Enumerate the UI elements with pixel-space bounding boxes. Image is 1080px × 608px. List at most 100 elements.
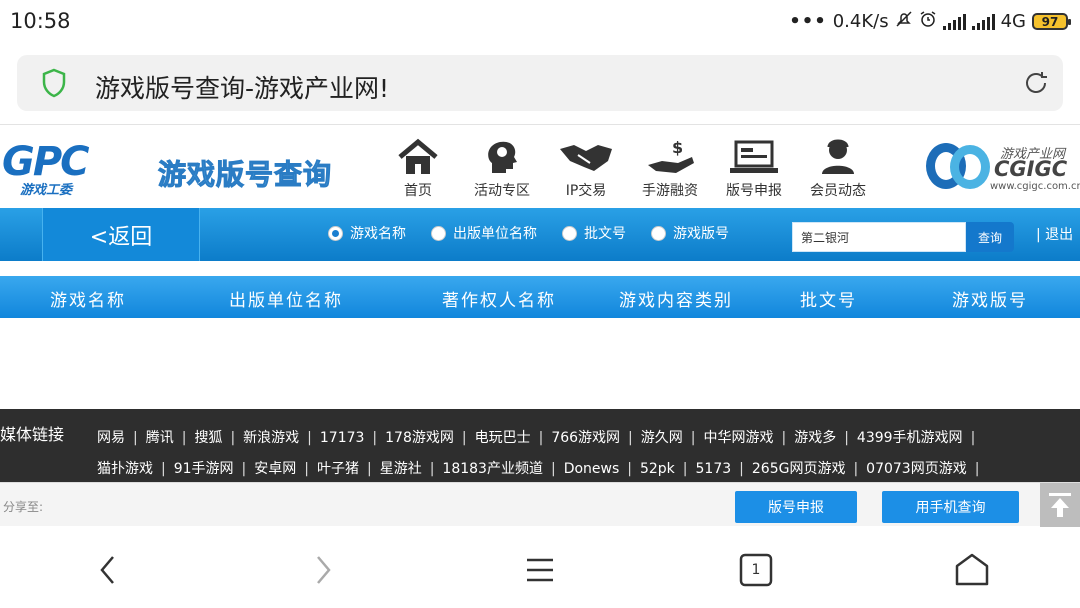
cgigc-logo[interactable]: 游戏产业网 CGIGC www.cgigc.com.cn bbox=[924, 139, 1080, 197]
nav-license-apply[interactable]: 版号申报 bbox=[724, 137, 784, 200]
media-link[interactable]: 游戏多 bbox=[794, 430, 836, 446]
back-to-top-button[interactable] bbox=[1040, 483, 1080, 527]
media-link[interactable]: 安卓网 bbox=[254, 461, 296, 477]
column-header: 出版单位名称 bbox=[229, 291, 343, 311]
shield-icon bbox=[42, 68, 66, 98]
nav-home[interactable]: 首页 bbox=[388, 137, 448, 200]
share-label: 分享至: bbox=[3, 500, 44, 514]
reload-icon[interactable] bbox=[1021, 68, 1051, 98]
site-header: GPC 游戏工委 游戏版号查询 首页 活动专区 IP交易 $ 手游融资 版号申报… bbox=[0, 124, 1080, 208]
license-apply-button[interactable]: 版号申报 bbox=[735, 491, 857, 523]
media-link[interactable]: Donews bbox=[564, 461, 620, 477]
column-header: 游戏版号 bbox=[952, 291, 1028, 311]
radio-approval-no[interactable]: 批文号 bbox=[562, 223, 626, 243]
handshake-icon bbox=[560, 145, 612, 171]
media-link[interactable]: 电玩巴士 bbox=[475, 430, 531, 446]
svg-text:$: $ bbox=[672, 138, 683, 157]
radio-license-no[interactable]: 游戏版号 bbox=[651, 223, 729, 243]
link-separator: | bbox=[550, 461, 556, 477]
battery-icon: 97 bbox=[1032, 13, 1071, 30]
partner-logo-line2: CGIGC bbox=[994, 157, 1068, 181]
home-icon bbox=[398, 138, 438, 174]
nav-events[interactable]: 活动专区 bbox=[472, 137, 532, 200]
link-separator: | bbox=[230, 430, 236, 446]
radio-label: 游戏名称 bbox=[350, 226, 406, 242]
status-time: 10:58 bbox=[10, 9, 71, 33]
share-bar: 分享至: 版号申报 用手机查询 bbox=[0, 482, 1080, 527]
media-link[interactable]: 91手游网 bbox=[174, 461, 234, 477]
column-header: 著作权人名称 bbox=[442, 291, 556, 311]
radio-label: 批文号 bbox=[584, 226, 626, 242]
media-link[interactable]: 腾讯 bbox=[146, 430, 174, 446]
more-dots: ••• bbox=[789, 11, 827, 32]
search-input[interactable] bbox=[792, 222, 966, 252]
media-link[interactable]: 搜狐 bbox=[194, 430, 222, 446]
mobile-query-button[interactable]: 用手机查询 bbox=[882, 491, 1019, 523]
forward-nav-button[interactable] bbox=[303, 550, 343, 590]
user-icon bbox=[822, 139, 854, 174]
media-link[interactable]: 猫扑游戏 bbox=[97, 461, 153, 477]
media-link[interactable]: 52pk bbox=[640, 461, 675, 477]
media-link[interactable]: 游久网 bbox=[641, 430, 683, 446]
laptop-icon bbox=[730, 140, 778, 173]
media-link[interactable]: 叶子猪 bbox=[317, 461, 359, 477]
media-link[interactable]: 178游戏网 bbox=[385, 430, 454, 446]
media-link[interactable]: 网易 bbox=[97, 430, 125, 446]
nav-member-news[interactable]: 会员动态 bbox=[808, 137, 868, 200]
radio-publisher[interactable]: 出版单位名称 bbox=[431, 223, 537, 243]
media-links-row: 网易 | 腾讯 | 搜狐 | 新浪游戏 | 17173 | 178游戏网 | 电玩巴士 | 766游戏网 | 游… bbox=[97, 427, 983, 447]
link-separator: | bbox=[461, 430, 467, 446]
media-link[interactable]: 17173 bbox=[320, 430, 365, 446]
search-type-options: 游戏名称 出版单位名称 批文号 游戏版号 bbox=[328, 223, 754, 243]
media-link[interactable]: 新浪游戏 bbox=[243, 430, 299, 446]
media-link[interactable]: 766游戏网 bbox=[551, 430, 620, 446]
column-header: 游戏名称 bbox=[50, 291, 126, 311]
radio-button[interactable] bbox=[562, 225, 577, 241]
signal-icon-2 bbox=[971, 13, 995, 30]
link-separator: | bbox=[538, 430, 544, 446]
back-button[interactable]: <返回 bbox=[42, 208, 200, 261]
gpc-logo[interactable]: GPC 游戏工委 bbox=[2, 139, 112, 199]
page-title: 游戏版号查询-游戏产业网! bbox=[95, 74, 390, 103]
tabs-button[interactable]: 1 bbox=[736, 550, 776, 590]
address-bar[interactable]: 游戏版号查询-游戏产业网! bbox=[17, 55, 1063, 111]
media-link[interactable]: 5173 bbox=[696, 461, 732, 477]
media-link[interactable]: 07073网页游戏 bbox=[866, 461, 967, 477]
media-link[interactable]: 265G网页游戏 bbox=[752, 461, 846, 477]
media-link[interactable]: 4399手机游戏网 bbox=[857, 430, 963, 446]
link-separator: | bbox=[853, 461, 859, 477]
logo-subtitle: 游戏工委 bbox=[20, 183, 73, 198]
status-bar: 10:58 ••• 0.4K/s 4G 97 bbox=[0, 0, 1080, 44]
media-links-row: 猫扑游戏 | 91手游网 | 安卓网 | 叶子猪 | 星游社 | 18183产业频道 | Donews |… bbox=[97, 458, 987, 478]
logout-link[interactable]: | 退出 bbox=[1036, 224, 1073, 244]
menu-button[interactable] bbox=[520, 550, 560, 590]
media-link[interactable]: 18183产业频道 bbox=[442, 461, 543, 477]
nav-mobile-funding[interactable]: $ 手游融资 bbox=[640, 137, 700, 200]
chevron-right-icon bbox=[317, 556, 331, 584]
link-separator: | bbox=[781, 430, 787, 446]
head-bulb-icon bbox=[488, 141, 517, 173]
nav-label: 手游融资 bbox=[642, 183, 698, 199]
link-separator: | bbox=[970, 430, 976, 446]
header-nav: 首页 活动专区 IP交易 $ 手游融资 版号申报 会员动态 bbox=[388, 137, 892, 200]
back-nav-button[interactable] bbox=[88, 550, 128, 590]
nav-ip-trade[interactable]: IP交易 bbox=[556, 137, 616, 200]
radio-button[interactable] bbox=[431, 225, 446, 241]
media-link[interactable]: 中华网游戏 bbox=[703, 430, 773, 446]
nav-label: 版号申报 bbox=[726, 183, 782, 199]
radio-button[interactable] bbox=[651, 225, 666, 241]
link-separator: | bbox=[372, 430, 378, 446]
radio-game-name[interactable]: 游戏名称 bbox=[328, 223, 406, 243]
logo-ring bbox=[950, 145, 990, 189]
media-link[interactable]: 星游社 bbox=[380, 461, 422, 477]
media-links-label: 媒体链接 bbox=[0, 425, 65, 444]
home-nav-button[interactable] bbox=[952, 550, 992, 590]
column-header: 批文号 bbox=[800, 291, 857, 311]
radio-button[interactable] bbox=[328, 225, 343, 241]
link-separator: | bbox=[429, 461, 435, 477]
results-table-header: 游戏名称 出版单位名称 著作权人名称 游戏内容类别 批文号 游戏版号 bbox=[0, 276, 1080, 318]
search-button[interactable]: 查询 bbox=[966, 222, 1014, 252]
radio-label: 出版单位名称 bbox=[453, 226, 537, 242]
menu-icon bbox=[527, 558, 553, 582]
radio-label: 游戏版号 bbox=[673, 226, 729, 242]
